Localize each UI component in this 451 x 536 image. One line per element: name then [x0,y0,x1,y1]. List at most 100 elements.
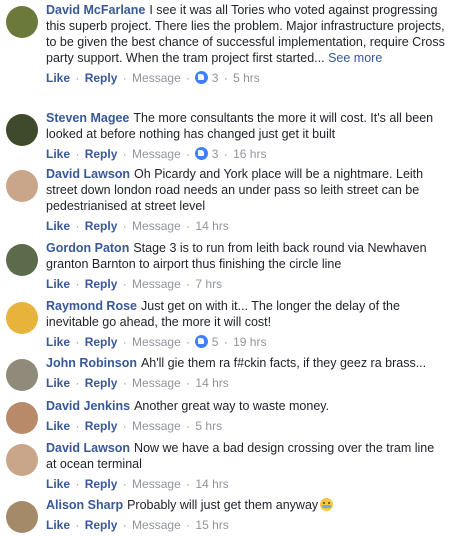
comment-body: John Robinson Ah'll gie them ra f#ckin fa… [46,355,446,391]
comment-timestamp[interactable]: 15 hrs [195,518,228,532]
like-count[interactable]: 3 [208,71,219,85]
separator: · [182,477,194,491]
message-button[interactable]: Message [132,277,181,291]
comment-text: John Robinson Ah'll gie them ra f#ckin fa… [46,355,446,371]
comment-timestamp[interactable]: 5 hrs [195,419,222,433]
separator: · [119,419,131,433]
comment-body: David McFarlane I see it was all Tories w… [46,2,446,86]
like-button[interactable]: Like [46,477,70,491]
comment-body: Raymond Rose Just get on with it... The l… [46,298,446,350]
comment-author[interactable]: Gordon Paton [46,241,129,255]
avatar[interactable] [6,302,38,334]
comment-author[interactable]: David Lawson [46,167,130,181]
reply-button[interactable]: Reply [85,71,118,85]
comment-author[interactable]: David Jenkins [46,399,130,413]
comment-body: David Jenkins Another great way to waste … [46,398,446,434]
like-button[interactable]: Like [46,335,70,349]
like-button[interactable]: Like [46,219,70,233]
reply-button[interactable]: Reply [85,477,118,491]
comment-actions: Like · Reply · Message · 14 hrs [46,476,446,492]
like-button[interactable]: Like [46,518,70,532]
message-button[interactable]: Message [132,376,181,390]
comment-actions: Like · Reply · Message · 7 hrs [46,276,446,292]
message-button[interactable]: Message [132,518,181,532]
comment-message: Probably will just get them anyway [127,498,319,512]
message-button[interactable]: Message [132,147,181,161]
message-button[interactable]: Message [132,477,181,491]
like-button[interactable]: Like [46,376,70,390]
message-button[interactable]: Message [132,419,181,433]
reply-button[interactable]: Reply [85,518,118,532]
comment-text: Alison Sharp Probably will just get them … [46,497,446,513]
like-count[interactable]: 3 [208,147,219,161]
avatar[interactable] [6,444,38,476]
separator: · [72,71,83,85]
comment-actions: Like · Reply · Message · 5 · 19 hrs [46,334,446,350]
avatar[interactable] [6,114,38,146]
thumbs-up-icon[interactable] [195,147,209,160]
separator: · [72,376,83,390]
comment-body: David Lawson Oh Picardy and York place wi… [46,166,446,234]
avatar[interactable] [6,501,38,533]
comment-timestamp[interactable]: 19 hrs [233,335,266,349]
comment-timestamp[interactable]: 5 hrs [233,71,260,85]
crying-face-icon [320,498,334,511]
like-button[interactable]: Like [46,147,70,161]
separator: · [119,518,131,532]
separator: · [72,518,83,532]
like-count[interactable]: 5 [208,335,219,349]
comment-text: Steven Magee The more consultants the mor… [46,110,446,142]
message-button[interactable]: Message [132,71,181,85]
reply-button[interactable]: Reply [85,219,118,233]
avatar[interactable] [6,359,38,391]
separator: · [119,147,131,161]
message-button[interactable]: Message [132,219,181,233]
separator: · [72,335,83,349]
comment-author[interactable]: David Lawson [46,441,130,455]
separator: · [72,219,83,233]
comment-message: Another great way to waste money. [134,399,330,413]
comment-author[interactable]: John Robinson [46,356,137,370]
avatar[interactable] [6,6,38,38]
reply-button[interactable]: Reply [85,335,118,349]
comment-author[interactable]: Raymond Rose [46,299,137,313]
comment-author[interactable]: Steven Magee [46,111,129,125]
comment-body: Gordon Paton Stage 3 is to run from leith… [46,240,446,292]
comment-text: David Jenkins Another great way to waste … [46,398,446,414]
comment-message: Ah'll gie them ra f#ckin facts, if they … [140,356,427,370]
thumbs-up-icon[interactable] [195,71,209,84]
comment-timestamp[interactable]: 14 hrs [195,219,228,233]
separator: · [182,335,194,349]
comment-author[interactable]: David McFarlane [46,3,145,17]
comment-actions: Like · Reply · Message · 3 · 5 hrs [46,70,446,86]
separator: · [72,419,83,433]
comment-timestamp[interactable]: 7 hrs [195,277,222,291]
comment-timestamp[interactable]: 14 hrs [195,477,228,491]
see-more-link[interactable]: See more [328,51,382,65]
like-button[interactable]: Like [46,277,70,291]
reply-button[interactable]: Reply [85,277,118,291]
separator: · [182,147,194,161]
message-button[interactable]: Message [132,335,181,349]
separator: · [182,376,194,390]
comment-timestamp[interactable]: 14 hrs [195,376,228,390]
avatar[interactable] [6,402,38,434]
separator: · [119,335,131,349]
thumbs-up-icon[interactable] [195,335,209,348]
reply-button[interactable]: Reply [85,419,118,433]
reply-button[interactable]: Reply [85,147,118,161]
comment-author[interactable]: Alison Sharp [46,498,123,512]
like-button[interactable]: Like [46,419,70,433]
comment-actions: Like · Reply · Message · 3 · 16 hrs [46,146,446,162]
comment-body: Steven Magee The more consultants the mor… [46,110,446,162]
comment-actions: Like · Reply · Message · 14 hrs [46,375,446,391]
separator: · [182,219,194,233]
avatar[interactable] [6,244,38,276]
reply-button[interactable]: Reply [85,376,118,390]
separator: · [119,277,131,291]
comment-body: Alison Sharp Probably will just get them … [46,497,446,533]
comment-actions: Like · Reply · Message · 15 hrs [46,517,446,533]
like-button[interactable]: Like [46,71,70,85]
avatar[interactable] [6,170,38,202]
comment-timestamp[interactable]: 16 hrs [233,147,266,161]
